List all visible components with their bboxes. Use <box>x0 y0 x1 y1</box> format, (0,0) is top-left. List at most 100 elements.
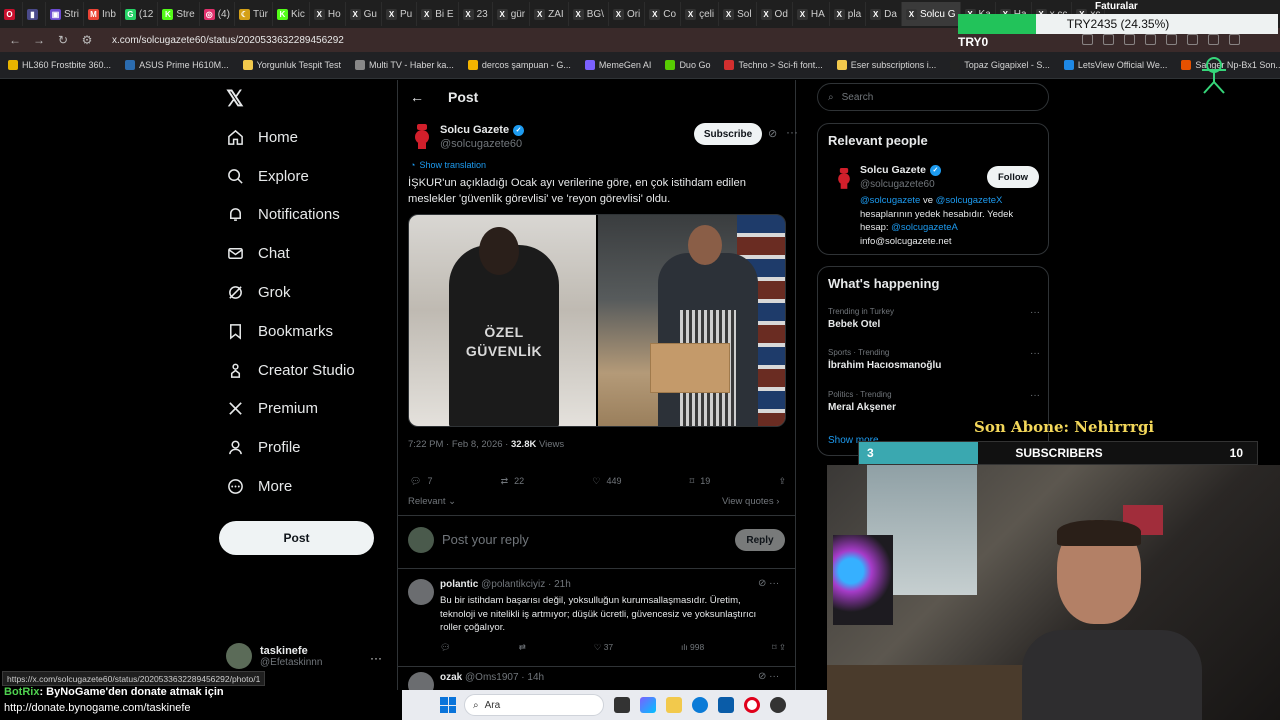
sidebar-item-bookmarks[interactable]: Bookmarks <box>226 312 355 351</box>
author-name-row[interactable]: Solcu Gazete ✓ <box>440 124 525 136</box>
bio-link[interactable]: @solcugazeteA <box>891 222 958 233</box>
like-action[interactable]: ♡ 449 <box>592 476 621 487</box>
browser-tab[interactable]: X Sol <box>719 2 757 26</box>
browser-tab[interactable]: ◎ (4) <box>200 2 235 26</box>
person-handle[interactable]: @solcugazete60 <box>860 179 935 190</box>
reply-item[interactable]: ozak @Oms1907 · 14h ⊘ ··· <box>408 671 786 698</box>
sidebar-item-home[interactable]: Home <box>226 118 355 157</box>
sidebar-item-notifications[interactable]: Notifications <box>226 196 355 235</box>
bio-link[interactable]: @solcugazete <box>860 195 920 206</box>
bookmark-item[interactable]: Yorgunluk Tespit Test <box>242 60 341 70</box>
trend-item[interactable]: Sports · Trending İbrahim Hacıosmanoğlu … <box>828 348 1040 371</box>
browser-tab[interactable]: X Ori <box>609 2 646 26</box>
browser-tab[interactable]: X Co <box>645 2 682 26</box>
store-icon[interactable] <box>718 697 734 713</box>
share-action[interactable]: ⇪ <box>778 476 786 487</box>
reply-author-handle[interactable]: @polantikciyiz · 21h <box>481 579 571 590</box>
bookmark-icon[interactable]: ⌑ ⇪ <box>772 642 786 653</box>
trend-item[interactable]: Politics · Trending Meral Akşener ··· <box>828 390 1040 413</box>
more-dots-icon[interactable]: ··· <box>1030 348 1040 359</box>
sidebar-item-profile[interactable]: Profile <box>226 428 355 467</box>
camera-icon[interactable] <box>1103 34 1114 45</box>
browser-tab[interactable]: X HA <box>793 2 830 26</box>
solcu-gazete-logo-icon[interactable] <box>834 165 854 191</box>
sidebar-item-chat[interactable]: Chat <box>226 234 355 273</box>
url-field[interactable]: x.com/solcugazete60/status/2020533632289… <box>112 35 344 46</box>
trend-item[interactable]: Trending in Turkey Bebek Otel ··· <box>828 307 1040 330</box>
download-icon[interactable] <box>1208 34 1219 45</box>
menu-icon[interactable] <box>1229 34 1240 45</box>
reply-author-name[interactable]: polantic <box>440 579 478 590</box>
bookmark-item[interactable]: Sanger Np-Bx1 Son... <box>1181 60 1280 70</box>
shelf-worker-photo[interactable] <box>598 215 785 426</box>
browser-tab[interactable]: ☾ Tür <box>235 2 273 26</box>
bookmark-item[interactable]: MemeGen AI <box>584 60 651 70</box>
more-dots-icon[interactable]: ··· <box>1030 390 1040 401</box>
sidebar-item-more[interactable]: More <box>226 467 355 506</box>
bookmark-item[interactable]: Duo Go <box>665 60 710 70</box>
more-dots-icon[interactable]: ··· <box>370 651 382 665</box>
bookmark-item[interactable]: HL360 Frostbite 360... <box>8 60 111 70</box>
reply-item[interactable]: polantic @polantikciyiz · 21h ⊘ ··· Bu b… <box>408 578 786 661</box>
windows-start-icon[interactable] <box>440 697 456 713</box>
subscribe-button[interactable]: Subscribe <box>694 123 762 145</box>
back-arrow-icon[interactable]: ← <box>410 89 424 105</box>
solcu-gazete-logo-icon[interactable] <box>410 122 434 150</box>
post-button[interactable]: Post <box>219 521 374 555</box>
obs-icon[interactable] <box>770 697 786 713</box>
view-quotes-link[interactable]: View quotes › <box>722 496 779 507</box>
browser-tab[interactable]: O <box>0 2 23 26</box>
bookmark-item[interactable]: ASUS Prime H610M... <box>125 60 229 70</box>
play-icon[interactable] <box>1145 34 1156 45</box>
post-timestamp[interactable]: 7:22 PM · Feb 8, 2026 · <box>408 439 511 450</box>
send-icon[interactable] <box>1166 34 1177 45</box>
bookmark-item[interactable]: Techno > Sci-fi font... <box>724 60 823 70</box>
follow-button[interactable]: Follow <box>987 166 1039 188</box>
browser-tab[interactable]: X Od <box>757 2 793 26</box>
browser-tab[interactable]: X BG\ <box>569 2 609 26</box>
shield-icon[interactable] <box>1124 34 1135 45</box>
browser-tab[interactable]: X 23 <box>459 2 493 26</box>
sidebar-item-explore[interactable]: Explore <box>226 157 355 196</box>
bookmark-item[interactable]: Topaz Gigapixel - S... <box>950 60 1050 70</box>
browser-tab[interactable]: X Bi E <box>417 2 459 26</box>
edit-icon[interactable] <box>1082 34 1093 45</box>
reply-action[interactable]: 💬︎ 7 <box>410 476 432 487</box>
browser-tab[interactable]: X ZAI <box>530 2 569 26</box>
more-dots-icon[interactable]: ··· <box>786 125 798 139</box>
bookmark-item[interactable]: dercos şampuan - G... <box>467 60 571 70</box>
person-name-row[interactable]: Solcu Gazete ✓ <box>860 164 941 176</box>
bookmark-action[interactable]: ⌑ 19 <box>690 476 711 487</box>
reply-button[interactable]: Reply <box>735 529 785 551</box>
more-dots-icon[interactable]: ⊘ ··· <box>758 578 779 589</box>
browser-tab[interactable]: K Kic <box>273 2 310 26</box>
bookmark-item[interactable]: LetsView Official We... <box>1063 60 1167 70</box>
repost-icon[interactable]: ⇄ <box>519 642 526 653</box>
browser-tab[interactable]: K Stre <box>158 2 200 26</box>
back-arrow-icon[interactable]: ← <box>8 33 22 47</box>
reload-icon[interactable]: ↻ <box>56 33 70 47</box>
search-input[interactable]: ⌕ Search <box>817 83 1049 111</box>
sidebar-item-creator-studio[interactable]: Creator Studio <box>226 351 355 390</box>
more-dots-icon[interactable]: ··· <box>1030 307 1040 318</box>
security-guard-photo[interactable]: ÖZEL GÜVENLİK <box>409 215 596 426</box>
views-action[interactable]: ılı 998 <box>681 642 704 653</box>
reply-icon[interactable]: 💬︎ <box>440 642 451 653</box>
file-explorer-icon[interactable] <box>666 697 682 713</box>
reply-author-handle[interactable]: @Oms1907 · 14h <box>465 672 544 683</box>
sidebar-item-premium[interactable]: Premium <box>226 390 355 429</box>
browser-tab[interactable]: Xpla <box>830 2 867 26</box>
account-switcher[interactable]: taskinefe @Efetaskinnn ··· <box>226 643 386 669</box>
browser-tab[interactable]: X Ho <box>310 2 346 26</box>
browser-tab[interactable]: X Solcu G <box>901 2 961 26</box>
browser-tab[interactable]: ▮ <box>23 2 46 26</box>
bookmark-item[interactable]: Eser subscriptions i... <box>836 60 936 70</box>
grok-icon[interactable]: ⊘ <box>768 127 777 140</box>
repost-action[interactable]: ⇄ 22 <box>501 476 525 487</box>
edge-icon[interactable] <box>692 697 708 713</box>
bookmark-item[interactable]: Multi TV - Haber ka... <box>355 60 454 70</box>
reply-input[interactable]: Post your reply <box>442 532 529 547</box>
browser-tab[interactable]: X Pu <box>382 2 418 26</box>
more-dots-icon[interactable]: ⊘ ··· <box>758 671 779 682</box>
browser-tab[interactable]: Xgür <box>493 2 531 26</box>
